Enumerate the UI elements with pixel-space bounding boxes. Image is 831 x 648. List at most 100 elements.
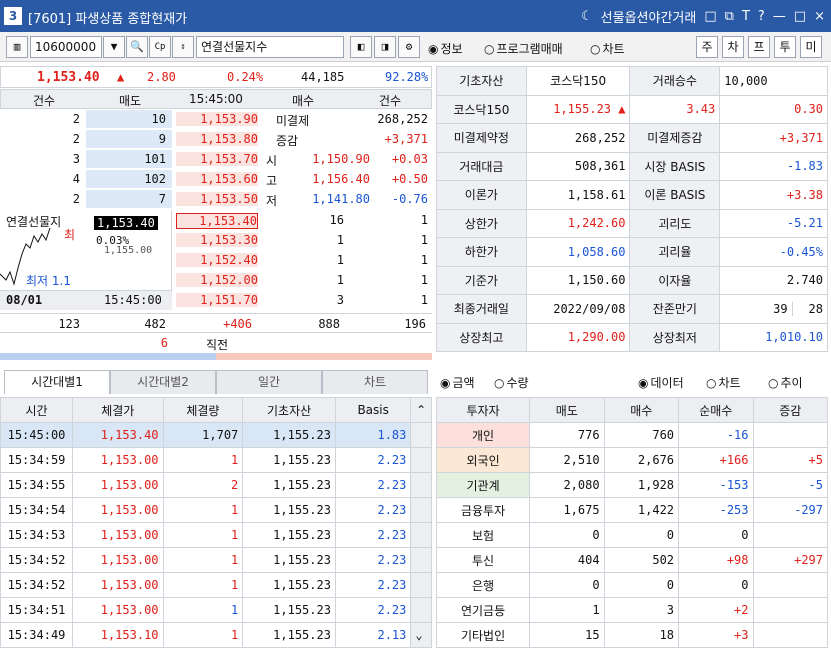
radio-inv-chart[interactable]: 차트 — [706, 374, 740, 391]
total-value: 482 — [144, 317, 166, 331]
trade-row: 15:34:55 1,153.00 2 1,155.23 2.23 — [0, 472, 432, 498]
scrollbar-track[interactable] — [410, 547, 432, 573]
table-icon[interactable]: ▥ — [6, 36, 28, 58]
scrollbar-track[interactable] — [410, 422, 432, 448]
help-icon[interactable]: ? — [758, 9, 765, 24]
code-search-icon[interactable]: Cp — [149, 36, 171, 58]
order-book-col-header: 건수 — [32, 94, 56, 108]
bid-price[interactable]: 1,153.40 — [176, 213, 258, 229]
tab-3[interactable]: 일간 — [216, 370, 322, 394]
btn-ju[interactable]: 주 — [696, 36, 718, 58]
radio-info[interactable]: 정보 — [428, 40, 462, 57]
stepper-icon[interactable]: ⇕ — [172, 36, 194, 58]
btn-peu[interactable]: 프 — [748, 36, 770, 58]
info-panel: 기초자산 코스닥150 거래승수 10,000 코스닥150 1,155.23 ▲ 3.43… — [436, 66, 828, 352]
popup-icon[interactable]: ⧉ — [725, 9, 734, 24]
bid-price[interactable]: 1,153.30 — [176, 233, 258, 247]
ask-price[interactable]: 1,153.60 — [176, 172, 258, 186]
bid-price[interactable]: 1,152.00 — [176, 273, 258, 287]
investor-table: 투자자 매도 매수 순매수 증감 개인 776 760 -16 외국인 2,510 2,676 +166… — [435, 397, 828, 648]
investor-net: +98 — [678, 547, 754, 573]
product-name-field: 연결선물지수 — [196, 36, 344, 58]
btn-cha[interactable]: 차 — [722, 36, 744, 58]
trades-table: 시간 체결가 체결량 기초자산 Basis ⌃ 15:45:00 1,153.40 1,707 1… — [0, 397, 432, 648]
dropdown-icon[interactable]: ▼ — [103, 36, 125, 58]
trade-time: 15:34:52 — [0, 572, 73, 598]
info-label: 미결제증감 — [629, 123, 721, 153]
investor-row: 외국인 2,510 2,676 +166 +5 — [435, 447, 828, 473]
info-value: 1,290.00 — [525, 322, 631, 352]
info-value: -5.21 — [719, 208, 828, 238]
scrollbar-track[interactable] — [410, 497, 432, 523]
ask-info-change: +0.03 — [391, 152, 428, 166]
radio-trend[interactable]: 추이 — [768, 374, 802, 391]
trade-time: 15:34:51 — [0, 597, 73, 623]
investor-col-header: 투자자 — [435, 397, 531, 423]
tab-4[interactable]: 차트 — [322, 370, 428, 394]
scrollbar-track[interactable] — [410, 597, 432, 623]
info-label: 기초자산 — [436, 66, 527, 96]
radio-data[interactable]: 데이터 — [638, 374, 683, 391]
trade-price: 1,153.00 — [71, 447, 164, 473]
tab-2[interactable]: 시간대별2 — [110, 370, 216, 394]
mini-chart-low-value: 1,155.00 — [104, 245, 153, 256]
btn-mi[interactable]: 미 — [800, 36, 822, 58]
bid-qty: 1 — [336, 233, 344, 247]
radio-amount[interactable]: 금액 — [440, 374, 474, 391]
trade-row: 15:34:54 1,153.00 1 1,155.23 2.23 — [0, 497, 432, 523]
investor-buy: 18 — [603, 622, 680, 648]
mini-chart-time: 15:45:00 — [104, 293, 162, 307]
bid-price[interactable]: 1,151.70 — [176, 293, 258, 307]
info-value: 2022/09/08 — [525, 294, 631, 324]
ask-price[interactable]: 1,153.90 — [176, 112, 258, 126]
layout-icon[interactable]: □ — [704, 9, 716, 24]
bid-count: 1 — [420, 253, 428, 267]
scroll-up-icon[interactable]: ⌃ — [410, 397, 432, 423]
maximize-icon[interactable]: □ — [794, 9, 806, 24]
radio-program[interactable]: 프로그램매매 — [484, 40, 562, 57]
btn-tu[interactable]: 투 — [774, 36, 796, 58]
scrollbar-track[interactable] — [410, 572, 432, 598]
tab-1[interactable]: 시간대별1 — [4, 370, 110, 394]
toolbar: ▥ 10600000 ▼ 🔍 Cp ⇕ 연결선물지수 ◧ ◨ ⚙ 정보 프로그램… — [0, 32, 831, 62]
panel-icon[interactable]: ◧ — [350, 36, 372, 58]
info-row: 최종거래일 2022/09/08 잔존만기 39 28 — [436, 294, 828, 324]
search-icon[interactable]: 🔍 — [126, 36, 148, 58]
ask-qty: 10 — [151, 112, 166, 126]
trade-row: 15:34:52 1,153.00 1 1,155.23 2.23 — [0, 572, 432, 598]
scrollbar-track[interactable] — [410, 447, 432, 473]
scrollbar-track[interactable] — [410, 472, 432, 498]
radio-chart[interactable]: 차트 — [590, 40, 624, 57]
trade-time: 15:34:54 — [0, 497, 73, 523]
order-book-last: 6 직전 — [0, 333, 432, 353]
investor-change — [752, 622, 828, 648]
bid-price[interactable]: 1,152.40 — [176, 253, 258, 267]
scrollbar-track[interactable] — [410, 522, 432, 548]
trades-col-header: 시간 — [0, 397, 73, 423]
investor-change: -297 — [752, 497, 828, 523]
bid-count: 1 — [420, 213, 428, 227]
trade-row: 15:34:49 1,153.10 1 1,155.23 2.13 ⌄ — [0, 622, 432, 648]
close-icon[interactable]: × — [814, 9, 825, 24]
text-icon[interactable]: T — [742, 9, 750, 24]
radio-qty[interactable]: 수량 — [494, 374, 528, 391]
settings-gear-icon[interactable]: ⚙ — [398, 36, 420, 58]
ask-count: 4 — [72, 172, 80, 186]
minimize-icon[interactable]: — — [773, 9, 786, 24]
investor-net: +2 — [678, 597, 754, 623]
trade-price: 1,153.00 — [71, 572, 164, 598]
ask-price[interactable]: 1,153.80 — [176, 132, 258, 146]
bid-qty: 1 — [336, 253, 344, 267]
investor-buy: 1,422 — [603, 497, 680, 523]
order-book-col-header: 15:45:00 — [189, 92, 243, 106]
ask-price[interactable]: 1,153.50 — [176, 192, 258, 206]
ask-price[interactable]: 1,153.70 — [176, 152, 258, 166]
scrollbar-track[interactable]: ⌄ — [410, 622, 432, 648]
code-input[interactable]: 10600000 — [30, 36, 102, 58]
panel2-icon[interactable]: ◨ — [374, 36, 396, 58]
last-value: 6 — [160, 336, 168, 350]
trades-header: 시간 체결가 체결량 기초자산 Basis ⌃ — [0, 397, 432, 423]
trade-time: 15:34:59 — [0, 447, 73, 473]
investor-change — [752, 597, 828, 623]
night-trading-link[interactable]: 선물옵션야간거래 — [601, 7, 697, 26]
